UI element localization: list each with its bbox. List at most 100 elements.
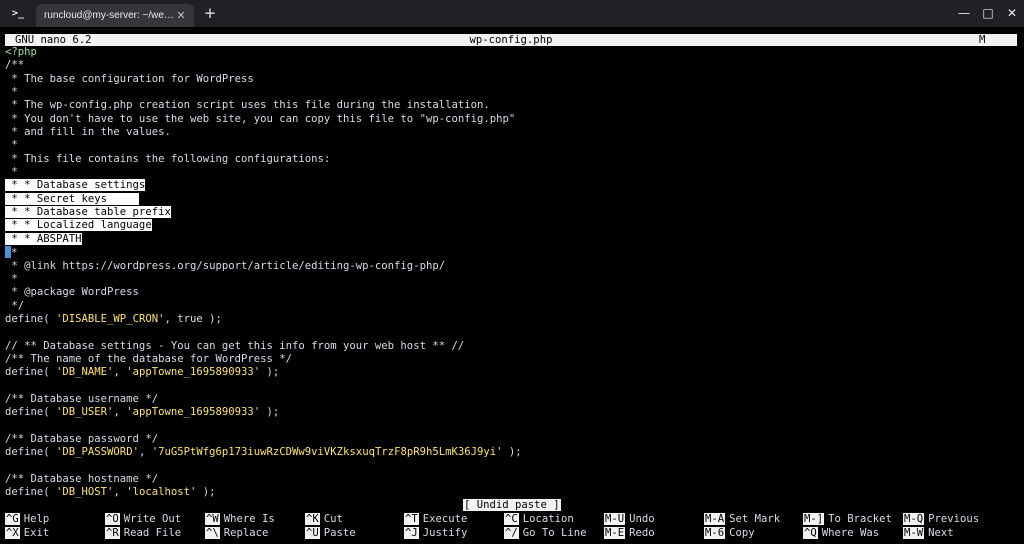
code-line[interactable]: [5, 460, 1017, 473]
shortcut-paste[interactable]: ^U Paste: [305, 526, 356, 540]
code-line[interactable]: * * Database table prefix: [5, 206, 1017, 219]
code-line[interactable]: /** Database password */: [5, 433, 1017, 446]
code-line[interactable]: *: [5, 273, 1017, 286]
shortcut-cut[interactable]: ^K Cut: [305, 513, 343, 526]
code-line[interactable]: [5, 380, 1017, 393]
code-text: define(: [5, 486, 57, 499]
selection-padding: [107, 192, 139, 205]
new-tab-button[interactable]: +: [198, 0, 222, 27]
code-line[interactable]: [5, 326, 1017, 339]
code-line[interactable]: define( 'DB_PASSWORD', '7uG5PtWfg6p173iu…: [5, 446, 1017, 459]
code-line[interactable]: * and fill in the values.: [5, 126, 1017, 139]
code-line[interactable]: * You don't have to use the web site, yo…: [5, 113, 1017, 126]
selected-text: * * Database settings: [5, 179, 146, 192]
code-text: );: [196, 486, 216, 499]
code-line[interactable]: *: [5, 86, 1017, 99]
shortcut-key: M-E: [604, 526, 626, 539]
shortcut-execute[interactable]: ^T Execute: [404, 513, 467, 526]
code-line[interactable]: /** The name of the database for WordPre…: [5, 353, 1017, 366]
shortcut-key: ^\: [205, 526, 220, 539]
code-text: ,: [113, 486, 127, 499]
shortcut-to-bracket[interactable]: M-] To Bracket: [803, 513, 892, 526]
shortcut-previous[interactable]: M-Q Previous: [903, 513, 979, 526]
code-text: *: [11, 247, 18, 260]
terminal-tab[interactable]: runcloud@my-server: ~/webapps/a ✕: [36, 4, 194, 27]
close-tab-icon[interactable]: ✕: [174, 9, 188, 23]
shortcut-set-mark[interactable]: M-A Set Mark: [704, 513, 780, 526]
shortcut-location[interactable]: ^C Location: [504, 513, 574, 526]
code-text: *: [5, 139, 18, 152]
shortcut-where-was[interactable]: ^Q Where Was: [803, 526, 880, 540]
shortcut-write-out[interactable]: ^O Write Out: [105, 513, 181, 526]
shortcut-go-to-line[interactable]: ^/Go To Line: [504, 526, 587, 540]
code-line[interactable]: * @package WordPress: [5, 286, 1017, 299]
code-line[interactable]: /** Database hostname */: [5, 473, 1017, 486]
code-line[interactable]: * The base configuration for WordPress: [5, 73, 1017, 86]
code-text: /** Database username */: [5, 392, 159, 405]
code-line[interactable]: *: [5, 246, 1017, 259]
code-line[interactable]: define( 'DB_HOST', 'localhost' );: [5, 486, 1017, 499]
code-line[interactable]: // ** Database settings - You can get th…: [5, 340, 1017, 353]
string-literal: 'localhost': [126, 486, 197, 499]
string-literal: 'appTowne_1695890933': [126, 406, 261, 419]
code-line[interactable]: /** Database username */: [5, 393, 1017, 406]
shortcut-replace[interactable]: ^\ Replace: [205, 526, 268, 540]
code-text: *: [5, 272, 18, 285]
minimize-button[interactable]: —: [952, 0, 976, 27]
shortcut-next[interactable]: M-W Next: [903, 526, 954, 540]
shortcut-label: Copy: [729, 526, 755, 539]
code-line[interactable]: * @link https://wordpress.org/support/ar…: [5, 260, 1017, 273]
code-line[interactable]: * This file contains the following confi…: [5, 153, 1017, 166]
window-controls: — □ ✕: [952, 0, 1024, 27]
shortcut-redo[interactable]: M-E Redo: [604, 526, 655, 540]
code-text: *: [5, 166, 18, 179]
maximize-button[interactable]: □: [976, 0, 1000, 27]
code-line[interactable]: */: [5, 300, 1017, 313]
code-line[interactable]: [5, 420, 1017, 433]
shortcut-exit[interactable]: ^X Exit: [5, 526, 49, 540]
code-line[interactable]: * The wp-config.php creation script uses…: [5, 99, 1017, 112]
shortcut-label: Where Was: [821, 526, 880, 539]
shortcut-label: Where Is: [223, 513, 275, 525]
string-literal: 'DB_USER': [56, 406, 114, 419]
terminal-app-icon[interactable]: >_: [0, 0, 36, 27]
close-window-button[interactable]: ✕: [1000, 0, 1024, 27]
code-line[interactable]: * * ABSPATH: [5, 232, 1017, 246]
code-line[interactable]: * * Database settings: [5, 179, 1017, 192]
shortcut-help[interactable]: ^G Help: [5, 513, 49, 526]
shortcut-copy[interactable]: M-6 Copy: [704, 526, 755, 540]
code-text: /**: [5, 59, 25, 72]
code-line[interactable]: /**: [5, 59, 1017, 72]
code-text: * This file contains the following confi…: [5, 152, 331, 165]
code-line[interactable]: *: [5, 139, 1017, 152]
shortcut-undo[interactable]: M-U Undo: [604, 513, 655, 526]
code-line[interactable]: * * Localized language: [5, 219, 1017, 232]
code-line[interactable]: <?php: [5, 46, 1017, 59]
shortcut-key: ^K: [305, 513, 320, 525]
code-line[interactable]: *: [5, 166, 1017, 179]
shortcut-label: Help: [23, 513, 50, 525]
code-line[interactable]: define( 'DB_NAME', 'appTowne_1695890933'…: [5, 366, 1017, 379]
shortcut-label: Undo: [629, 513, 655, 525]
code-text: * The wp-config.php creation script uses…: [5, 99, 490, 112]
string-literal: 'DB_HOST': [56, 486, 114, 499]
shortcut-key: ^X: [5, 526, 20, 539]
shortcut-where-is[interactable]: ^W Where Is: [205, 513, 275, 526]
code-line[interactable]: define( 'DISABLE_WP_CRON', true );: [5, 313, 1017, 326]
shortcut-label: To Bracket: [828, 513, 892, 525]
code-line[interactable]: define( 'DB_USER', 'appTowne_1695890933'…: [5, 406, 1017, 419]
shortcut-justify[interactable]: ^J Justify: [404, 526, 467, 540]
shortcut-label: Cut: [323, 513, 343, 525]
shortcut-read-file[interactable]: ^R Read File: [105, 526, 182, 540]
code-text: */: [5, 299, 25, 312]
shortcut-label: Read File: [123, 526, 182, 539]
code-text: * The base configuration for WordPress: [5, 72, 254, 85]
shortcut-key: M-W: [903, 526, 925, 539]
string-literal: 'appTowne_1695890933': [126, 366, 261, 379]
code-text: ,: [138, 446, 152, 459]
code-text: /** Database hostname */: [5, 473, 159, 485]
terminal-viewport[interactable]: GNU nano 6.2 wp-config.php M <?php/** * …: [0, 27, 1024, 544]
editor-text-area[interactable]: <?php/** * The base configuration for Wo…: [5, 46, 1017, 500]
code-line[interactable]: * * Secret keys: [5, 192, 1017, 206]
tab-bar: >_ runcloud@my-server: ~/webapps/a ✕ + —…: [0, 0, 1024, 27]
